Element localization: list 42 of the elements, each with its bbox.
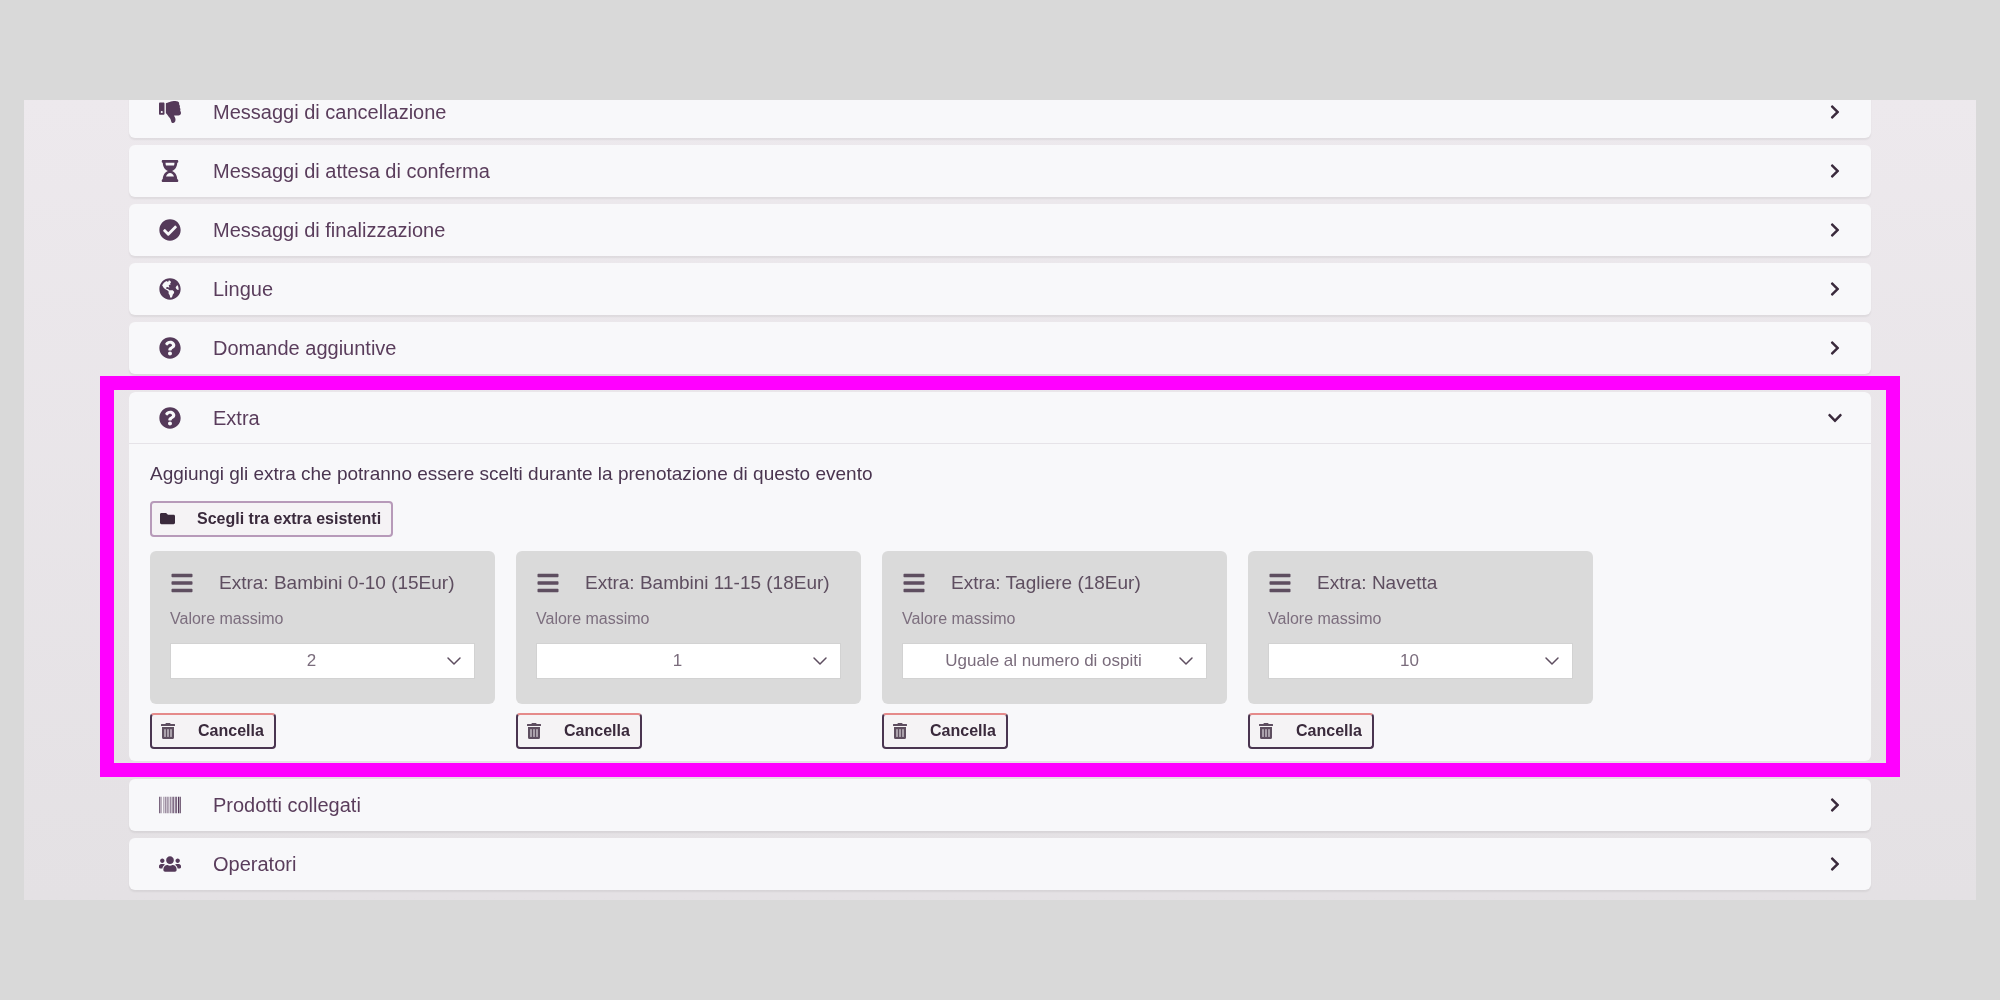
extra-title: Extra: Bambini 11-15 (18Eur) — [585, 570, 830, 595]
trash-icon — [1258, 722, 1274, 739]
field-label: Valore massimo — [536, 609, 651, 629]
section-title: Extra — [213, 405, 261, 431]
section-title: Operatori — [213, 851, 298, 877]
extra-title: Extra: Tagliere (18Eur) — [951, 570, 1141, 595]
accordion-header[interactable]: Prodotti collegati — [129, 778, 1871, 831]
globe-icon — [159, 278, 181, 300]
field-label: Valore massimo — [902, 609, 1017, 629]
accordion-header[interactable]: Domande aggiuntive — [129, 322, 1871, 374]
accordion-header[interactable]: Extra — [129, 392, 1871, 444]
section-description: Aggiungi gli extra che potranno essere scelti durante la prenotazione di questo evento — [150, 462, 874, 486]
max-value-select[interactable]: 1 — [536, 643, 841, 679]
section-title: Messaggi di attesa di conferma — [213, 159, 491, 184]
accordion-header[interactable]: Messaggi di finalizzazione — [129, 204, 1871, 256]
delete-button[interactable]: Cancella — [150, 712, 276, 749]
delete-button[interactable]: Cancella — [882, 712, 1008, 749]
choose-existing-button[interactable]: Scegli tra extra esistenti — [150, 500, 394, 537]
section-title: Messaggi di finalizzazione — [213, 218, 447, 243]
section-title: Lingue — [213, 277, 275, 302]
trash-icon — [892, 722, 908, 739]
thumbs-down-icon — [159, 101, 181, 123]
delete-button[interactable]: Cancella — [1248, 712, 1374, 749]
extra-title: Extra: Navetta — [1317, 570, 1438, 595]
accordion-header[interactable]: Messaggi di cancellazione — [129, 100, 1871, 138]
extra-title: Extra: Bambini 0-10 (15Eur) — [219, 570, 455, 595]
folder-icon — [160, 511, 175, 526]
trash-icon — [526, 722, 542, 739]
section-title: Domande aggiuntive — [213, 336, 398, 361]
section-title: Prodotti collegati — [213, 792, 362, 818]
delete-button[interactable]: Cancella — [516, 712, 642, 749]
accordion-header[interactable]: Lingue — [129, 263, 1871, 315]
hourglass-icon — [159, 160, 181, 182]
field-label: Valore massimo — [1268, 609, 1383, 629]
max-value-select[interactable]: Uguale al numero di ospiti — [902, 643, 1207, 679]
section-title: Messaggi di cancellazione — [213, 100, 448, 125]
max-value-select[interactable]: 10 — [1268, 643, 1573, 679]
max-value-select[interactable]: 2 — [170, 643, 475, 679]
trash-icon — [160, 722, 176, 739]
accordion-header[interactable]: Operatori — [129, 837, 1871, 890]
accordion-header[interactable]: Messaggi di attesa di conferma — [129, 145, 1871, 197]
field-label: Valore massimo — [170, 609, 285, 629]
